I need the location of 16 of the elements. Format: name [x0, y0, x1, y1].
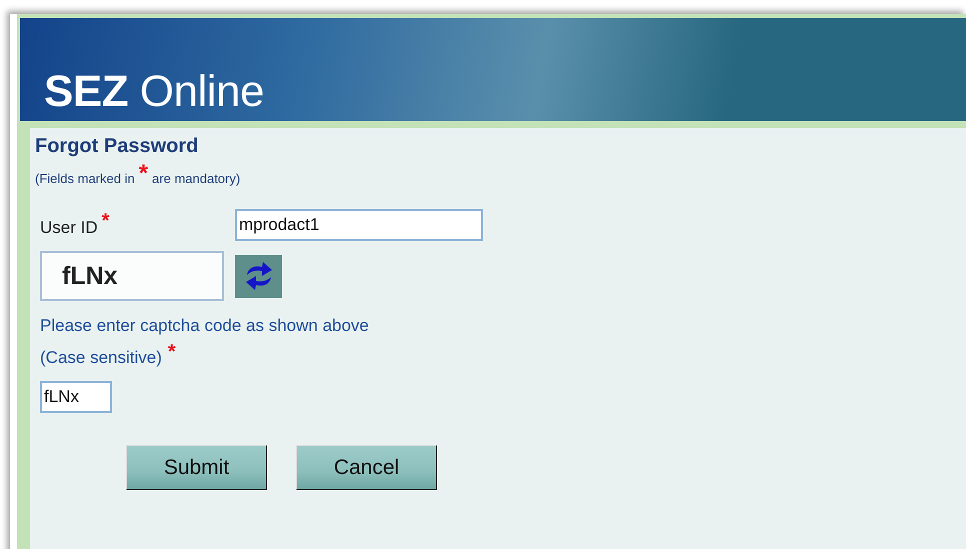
- required-mark: *: [102, 212, 110, 230]
- cancel-button[interactable]: Cancel: [296, 445, 437, 490]
- captcha-field[interactable]: fLNx: [40, 381, 112, 413]
- site-logo-text: SEZ Online: [44, 67, 264, 117]
- field-label: User ID: [40, 218, 98, 238]
- note-text: are mandatory): [152, 171, 240, 186]
- captcha-instruction: Please enter captcha code as shown above: [40, 315, 370, 337]
- user-id-field[interactable]: mprodact1: [235, 209, 483, 241]
- captcha-instruction: (Case sensitive): [40, 347, 162, 369]
- note-text: (Fields marked in: [35, 171, 135, 186]
- required-mark: *: [168, 343, 176, 361]
- page-title: Forgot Password: [35, 134, 200, 159]
- submit-button[interactable]: Submit: [126, 445, 267, 490]
- captcha-image: fLNx: [40, 251, 224, 301]
- refresh-button[interactable]: [235, 254, 282, 298]
- required-mark: *: [138, 165, 148, 183]
